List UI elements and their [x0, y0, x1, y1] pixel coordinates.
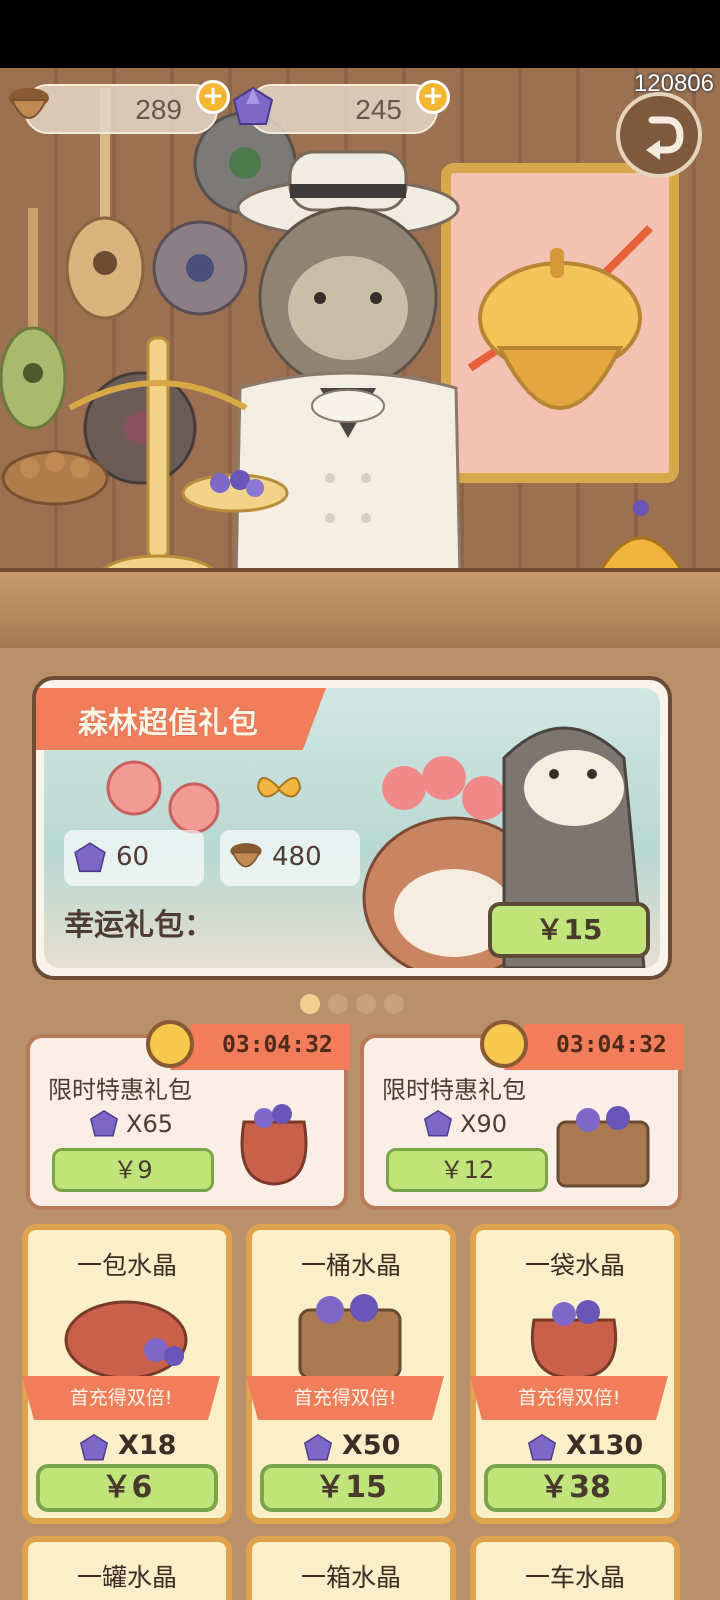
crystal-count: 245: [355, 94, 402, 125]
crystal-icon: [423, 1109, 453, 1137]
acorn-counter: 289 +: [9, 80, 230, 134]
acorn-basket: [1, 450, 109, 506]
countdown-timer: 03:04:32: [170, 1024, 350, 1070]
gift-item-amount: 60: [116, 842, 150, 872]
crystal-bucket-icon: [298, 1294, 402, 1380]
first-charge-bonus-ribbon: 首充得双倍!: [246, 1376, 444, 1420]
bonus-text: 首充得双倍!: [293, 1387, 397, 1409]
acorn-count: 289: [135, 94, 182, 125]
crystal-pack-buy-button[interactable]: ￥15: [260, 1464, 442, 1512]
crystal-pack-quantity: X130: [566, 1430, 644, 1461]
carousel-dot[interactable]: [356, 994, 376, 1014]
crystal-icon: [79, 1433, 109, 1461]
limited-pack-buy-button[interactable]: ￥12: [386, 1148, 548, 1192]
carousel-dot[interactable]: [328, 994, 348, 1014]
limited-pack-card[interactable]: 03:04:32 限时特惠礼包 X65 ￥9: [26, 1020, 350, 1210]
crystal-bag-icon: [240, 1104, 308, 1186]
crystal-icon: [232, 86, 274, 125]
bonus-text: 首充得双倍!: [69, 1387, 173, 1409]
carousel-indicator: [300, 994, 412, 1014]
gift-pack-title-ribbon: 森林超值礼包: [36, 688, 326, 750]
lucky-pack-label: 幸运礼包：: [64, 908, 214, 943]
crystal-pack-name: 一车水晶: [524, 1563, 625, 1592]
limited-pack-quantity: X65: [126, 1110, 173, 1138]
countdown-timer: 03:04:32: [504, 1024, 684, 1070]
shop-scene: 289 + 245 + 120806: [0, 68, 720, 648]
timer-text: 03:04:32: [222, 1032, 333, 1058]
forest-gift-pack-banner[interactable]: 森林超值礼包 60 480 幸运礼包： ￥15: [32, 676, 672, 980]
crystal-sack-icon: [64, 1300, 188, 1380]
crystal-pouch-icon: [530, 1300, 618, 1380]
acorn-icon: [9, 88, 49, 119]
crystal-counter: 245 +: [232, 80, 450, 134]
crystal-icon: [527, 1433, 557, 1461]
limited-pack-buy-button[interactable]: ￥9: [52, 1148, 214, 1192]
crystal-pack-card[interactable]: 一袋水晶 首充得双倍! X130 ￥38: [470, 1224, 680, 1524]
crystal-pack-name: 一罐水晶: [76, 1563, 177, 1592]
clock-icon: [146, 1020, 194, 1068]
limited-pack-title: 限时特惠礼包: [382, 1076, 526, 1104]
return-arrow-icon: [646, 116, 684, 160]
add-crystals-button[interactable]: +: [416, 80, 450, 114]
gift-item-acorns: 480: [220, 830, 360, 886]
gift-item-amount: 480: [272, 842, 322, 872]
carousel-dot[interactable]: [384, 994, 404, 1014]
clock-icon: [480, 1020, 528, 1068]
gift-item-crystals: 60: [64, 830, 204, 886]
crystal-pack-buy-button[interactable]: ￥38: [484, 1464, 666, 1512]
gift-pack-buy-button[interactable]: ￥15: [488, 902, 650, 958]
crystal-pack-card[interactable]: 一包水晶 首充得双倍! X18 ￥6: [22, 1224, 232, 1524]
butterfly-icon: [256, 777, 302, 798]
crystal-pack-name: 一袋水晶: [524, 1251, 625, 1280]
crystal-pack-card[interactable]: 一箱水晶: [246, 1536, 456, 1600]
crystal-icon: [74, 842, 106, 873]
limited-pack-quantity: X90: [460, 1110, 507, 1138]
bonus-text: 首充得双倍!: [517, 1387, 621, 1409]
status-bar: [0, 0, 720, 68]
shop-counter: [0, 568, 720, 648]
crystal-icon: [89, 1109, 119, 1137]
crystal-pack-card[interactable]: 一罐水晶: [22, 1536, 232, 1600]
crystal-pack-name: 一箱水晶: [300, 1563, 401, 1592]
crystal-pack-card[interactable]: 一桶水晶 首充得双倍! X50 ￥15: [246, 1224, 456, 1524]
limited-pack-card[interactable]: 03:04:32 限时特惠礼包 X90 ￥12: [360, 1020, 684, 1210]
back-button[interactable]: [616, 92, 702, 178]
crystal-pack-name: 一包水晶: [76, 1251, 177, 1280]
limited-pack-title: 限时特惠礼包: [48, 1076, 192, 1104]
crystal-pack-buy-button[interactable]: ￥6: [36, 1464, 218, 1512]
gift-pack-title: 森林超值礼包: [78, 706, 258, 741]
crystal-pack-name: 一桶水晶: [300, 1251, 401, 1280]
crystal-bucket-icon: [556, 1106, 650, 1188]
first-charge-bonus-ribbon: 首充得双倍!: [22, 1376, 220, 1420]
crystal-icon: [303, 1433, 333, 1461]
crystal-pack-quantity: X50: [342, 1430, 401, 1461]
crystal-pack-card[interactable]: 一车水晶: [470, 1536, 680, 1600]
acorn-icon: [230, 843, 262, 868]
add-acorns-button[interactable]: +: [196, 80, 230, 114]
rose-decoration: [106, 760, 220, 834]
crystal-pack-quantity: X18: [118, 1430, 177, 1461]
timer-text: 03:04:32: [556, 1032, 667, 1058]
carousel-dot[interactable]: [300, 994, 320, 1014]
first-charge-bonus-ribbon: 首充得双倍!: [470, 1376, 668, 1420]
